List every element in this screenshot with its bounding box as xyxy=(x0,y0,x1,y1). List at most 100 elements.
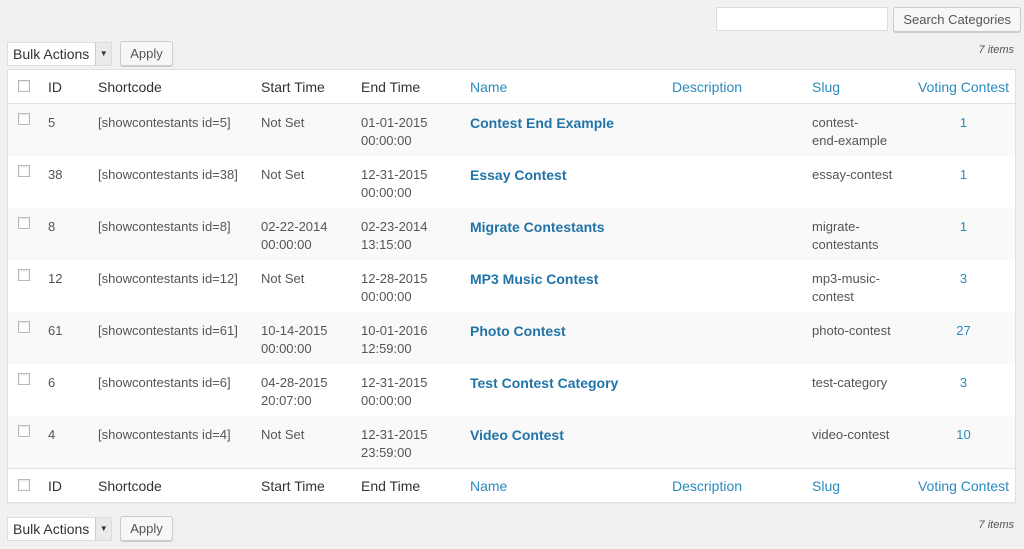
cell-start-time: 10-14-2015 00:00:00 xyxy=(261,312,361,364)
column-footer-voting-contest[interactable]: Voting Contest xyxy=(912,469,1015,503)
cell-name-link[interactable]: MP3 Music Contest xyxy=(470,260,672,312)
cell-slug: contest-end-example xyxy=(812,104,912,157)
column-header-description[interactable]: Description xyxy=(672,70,812,104)
start-date: Not Set xyxy=(261,167,305,182)
column-header-shortcode: Shortcode xyxy=(98,78,162,95)
cell-voting-contest-link[interactable]: 1 xyxy=(912,156,1015,208)
cell-description xyxy=(672,260,812,312)
cell-name-link[interactable]: Migrate Contestants xyxy=(470,208,672,260)
cell-voting-contest-link[interactable]: 10 xyxy=(912,416,1015,469)
row-checkbox[interactable] xyxy=(18,165,30,177)
cell-name-link[interactable]: Photo Contest xyxy=(470,312,672,364)
end-date: 12-31-2015 xyxy=(361,167,428,182)
start-time: 00:00:00 xyxy=(261,341,312,356)
slug-line-1: essay-contest xyxy=(812,167,893,182)
cell-shortcode: [showcontestants id=61] xyxy=(98,323,238,338)
slug-line-2: contest xyxy=(812,289,854,304)
row-checkbox-cell xyxy=(8,364,48,416)
end-date: 02-23-2014 xyxy=(361,219,428,234)
slug-line-1: photo-contest xyxy=(812,323,891,338)
cell-voting-contest-link[interactable]: 1 xyxy=(912,104,1015,157)
column-header-voting-contest[interactable]: Voting Contest xyxy=(912,70,1015,104)
select-all-checkbox[interactable] xyxy=(18,79,30,92)
table-header: ID Shortcode Start Time End Time Name De… xyxy=(8,70,1015,104)
start-date: Not Set xyxy=(261,271,305,286)
table-row: 38 [showcontestants id=38] Not Set 12-31-20… xyxy=(8,156,1015,208)
cell-start-time: 04-28-2015 20:07:00 xyxy=(261,364,361,416)
cell-description xyxy=(672,156,812,208)
column-footer-start-time: Start Time xyxy=(261,477,325,494)
end-time: 12:59:00 xyxy=(361,341,412,356)
column-footer-name[interactable]: Name xyxy=(470,469,672,503)
select-all-checkbox-cell xyxy=(8,70,48,104)
cell-end-time: 12-28-2015 00:00:00 xyxy=(361,260,470,312)
row-checkbox[interactable] xyxy=(18,425,30,437)
cell-shortcode: [showcontestants id=12] xyxy=(98,271,238,286)
end-time: 00:00:00 xyxy=(361,393,412,408)
bulk-actions-label: Bulk Actions xyxy=(13,520,90,537)
row-checkbox[interactable] xyxy=(18,269,30,281)
row-checkbox-cell xyxy=(8,156,48,208)
column-footer-description[interactable]: Description xyxy=(672,469,812,503)
start-date: Not Set xyxy=(261,115,305,130)
slug-line-1: video-contest xyxy=(812,427,890,442)
chevron-down-icon: ▼ xyxy=(95,517,112,540)
column-footer-slug[interactable]: Slug xyxy=(812,469,912,503)
bulk-actions-select[interactable]: Bulk Actions ▼ xyxy=(7,41,113,66)
row-checkbox[interactable] xyxy=(18,321,30,333)
table-row: 12 [showcontestants id=12] Not Set 12-28-20… xyxy=(8,260,1015,312)
chevron-down-icon: ▼ xyxy=(95,42,112,65)
cell-start-time: Not Set xyxy=(261,260,361,312)
cell-end-time: 12-31-2015 00:00:00 xyxy=(361,364,470,416)
cell-slug: video-contest xyxy=(812,416,912,469)
cell-end-time: 02-23-2014 13:15:00 xyxy=(361,208,470,260)
apply-button[interactable]: Apply xyxy=(120,41,173,66)
start-date: 04-28-2015 xyxy=(261,375,328,390)
cell-name-link[interactable]: Test Contest Category xyxy=(470,364,672,416)
cell-description xyxy=(672,208,812,260)
search-categories-button[interactable]: Search Categories xyxy=(893,7,1021,32)
cell-voting-contest-link[interactable]: 3 xyxy=(912,364,1015,416)
row-checkbox[interactable] xyxy=(18,373,30,385)
table-row: 8 [showcontestants id=8] 02-22-2014 00:00:0… xyxy=(8,208,1015,260)
bulk-actions-label: Bulk Actions xyxy=(13,45,90,62)
row-checkbox[interactable] xyxy=(18,217,30,229)
start-date: 02-22-2014 xyxy=(261,219,328,234)
start-date: Not Set xyxy=(261,427,305,442)
apply-button-bottom[interactable]: Apply xyxy=(120,516,173,541)
table-row: 5 [showcontestants id=5] Not Set 01-01-2015… xyxy=(8,103,1015,157)
start-time: 00:00:00 xyxy=(261,237,312,252)
cell-name-link[interactable]: Video Contest xyxy=(470,416,672,469)
row-checkbox[interactable] xyxy=(18,113,30,125)
column-footer-id: ID xyxy=(48,477,62,494)
bulk-actions-select-bottom[interactable]: Bulk Actions ▼ xyxy=(7,516,113,541)
search-input[interactable] xyxy=(716,7,889,31)
column-header-slug[interactable]: Slug xyxy=(812,70,912,104)
end-time: 13:15:00 xyxy=(361,237,412,252)
end-date: 12-31-2015 xyxy=(361,427,428,442)
table-footer: ID Shortcode Start Time End Time Name De… xyxy=(8,468,1015,503)
cell-start-time: Not Set xyxy=(261,156,361,208)
slug-line-2: contestants xyxy=(812,237,879,252)
items-count: 7 items xyxy=(978,44,1014,56)
row-checkbox-cell xyxy=(8,416,48,469)
start-date: 10-14-2015 xyxy=(261,323,328,338)
column-header-name[interactable]: Name xyxy=(470,70,672,104)
cell-slug: essay-contest xyxy=(812,156,912,208)
column-header-end-time: End Time xyxy=(361,78,421,95)
end-time: 23:59:00 xyxy=(361,445,412,460)
cell-end-time: 01-01-2015 00:00:00 xyxy=(361,104,470,157)
cell-voting-contest-link[interactable]: 27 xyxy=(912,312,1015,364)
cell-slug: mp3-music-contest xyxy=(812,260,912,312)
end-date: 10-01-2016 xyxy=(361,323,428,338)
cell-shortcode: [showcontestants id=6] xyxy=(98,375,231,390)
cell-name-link[interactable]: Essay Contest xyxy=(470,156,672,208)
cell-name-link[interactable]: Contest End Example xyxy=(470,104,672,157)
cell-end-time: 10-01-2016 12:59:00 xyxy=(361,312,470,364)
column-footer-shortcode: Shortcode xyxy=(98,477,162,494)
cell-voting-contest-link[interactable]: 1 xyxy=(912,208,1015,260)
tablenav-top: Bulk Actions ▼ Apply 7 items xyxy=(7,41,1014,69)
cell-id: 8 xyxy=(48,219,56,234)
select-all-checkbox-bottom[interactable] xyxy=(18,478,30,491)
cell-voting-contest-link[interactable]: 3 xyxy=(912,260,1015,312)
